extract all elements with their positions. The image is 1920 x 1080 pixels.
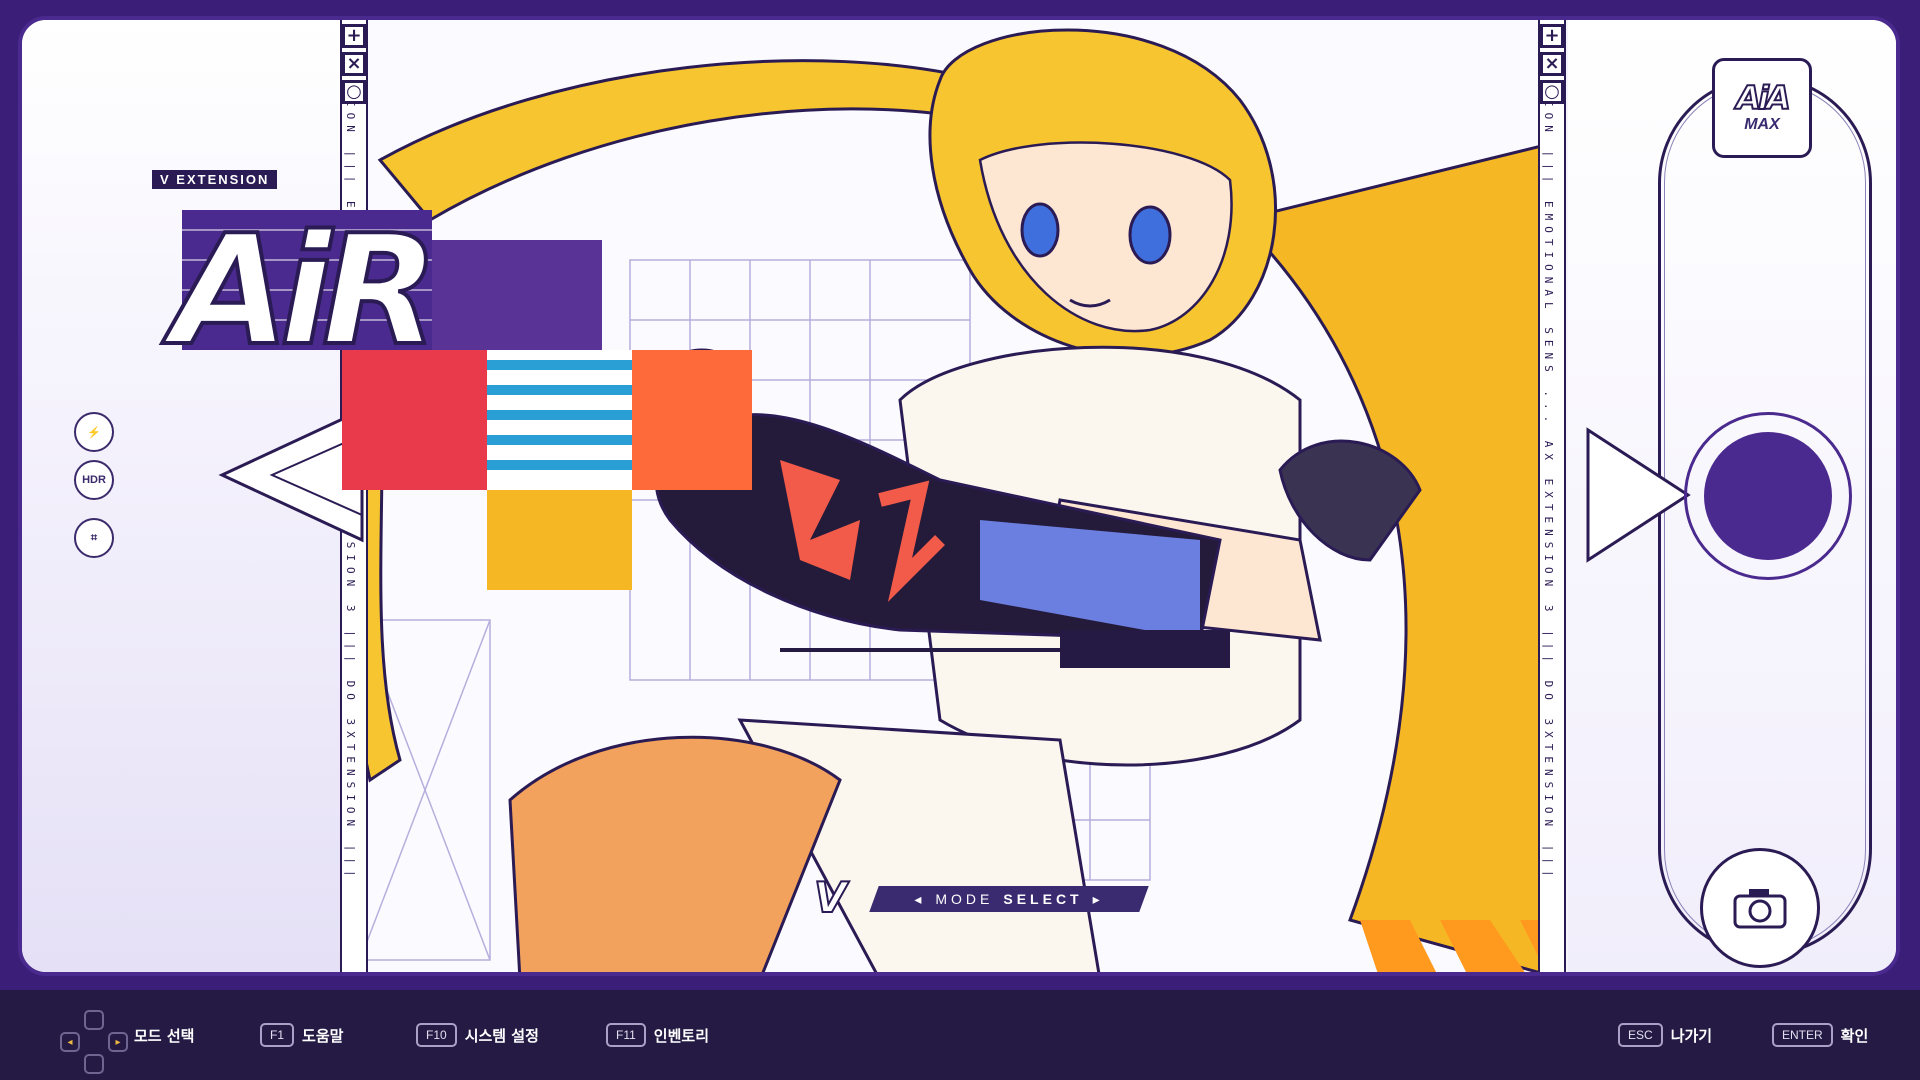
v-logo-icon: V (814, 880, 847, 916)
enter-key: ENTER (1772, 1023, 1833, 1047)
footer-bar: ◂ ▸ 모드 선택 F1 도움말 F10 시스템 설정 F11 인벤토리 ESC… (0, 990, 1920, 1080)
hint-exit[interactable]: ESC 나가기 (1618, 1022, 1712, 1048)
aia-max-logo: AiA MAX (1712, 58, 1812, 158)
extension-label: V EXTENSION (152, 170, 277, 189)
hint-help[interactable]: F1 도움말 (260, 1022, 343, 1048)
f11-key: F11 (606, 1023, 646, 1047)
mode-word: MODE (935, 891, 993, 907)
hint-system-settings[interactable]: F10 시스템 설정 (416, 1022, 539, 1048)
right-strip-text: ION ||| EMOTIONAL SENS ... AX EXTENSION … (1542, 100, 1555, 883)
mode-dial[interactable] (1684, 412, 1852, 580)
select-word: SELECT (1003, 891, 1082, 907)
crop-icon[interactable]: ⌗ (74, 518, 114, 558)
mode-select-banner[interactable]: V ◂ MODE SELECT ▸ (814, 880, 1154, 916)
cross-icon: × (342, 52, 366, 76)
hint-mode-select[interactable]: 모드 선택 (134, 1022, 194, 1048)
f10-key: F10 (416, 1023, 457, 1047)
camera-button[interactable] (1700, 848, 1820, 968)
hdr-icon[interactable]: HDR (74, 460, 114, 500)
plus-icon: + (1540, 24, 1564, 48)
lightning-icon[interactable]: ⚡ (74, 412, 114, 452)
aia-logo-sub: MAX (1744, 116, 1780, 134)
main-frame: + × ○ ION ||| EMOTIONAL SENS ... AX EXTE… (18, 16, 1900, 976)
esc-key: ESC (1618, 1023, 1663, 1047)
f1-key: F1 (260, 1023, 294, 1047)
cross-icon: × (1540, 52, 1564, 76)
right-chevron-decoration (1578, 420, 1698, 570)
hint-confirm[interactable]: ENTER 확인 (1772, 1022, 1868, 1048)
aia-logo-main: AiA (1736, 82, 1788, 114)
air-logo-title: AiR (172, 215, 429, 367)
left-arrow-icon[interactable]: ◂ (914, 891, 925, 908)
right-arrow-icon[interactable]: ▸ (1093, 891, 1104, 908)
right-vertical-strip: + × ○ ION ||| EMOTIONAL SENS ... AX EXTE… (1538, 20, 1566, 976)
dpad-icon: ◂ ▸ (60, 1010, 128, 1074)
camera-icon (1732, 886, 1788, 930)
air-logo-block: V EXTENSION AiR (152, 170, 752, 590)
hint-inventory[interactable]: F11 인벤토리 (606, 1022, 709, 1048)
plus-icon: + (342, 24, 366, 48)
